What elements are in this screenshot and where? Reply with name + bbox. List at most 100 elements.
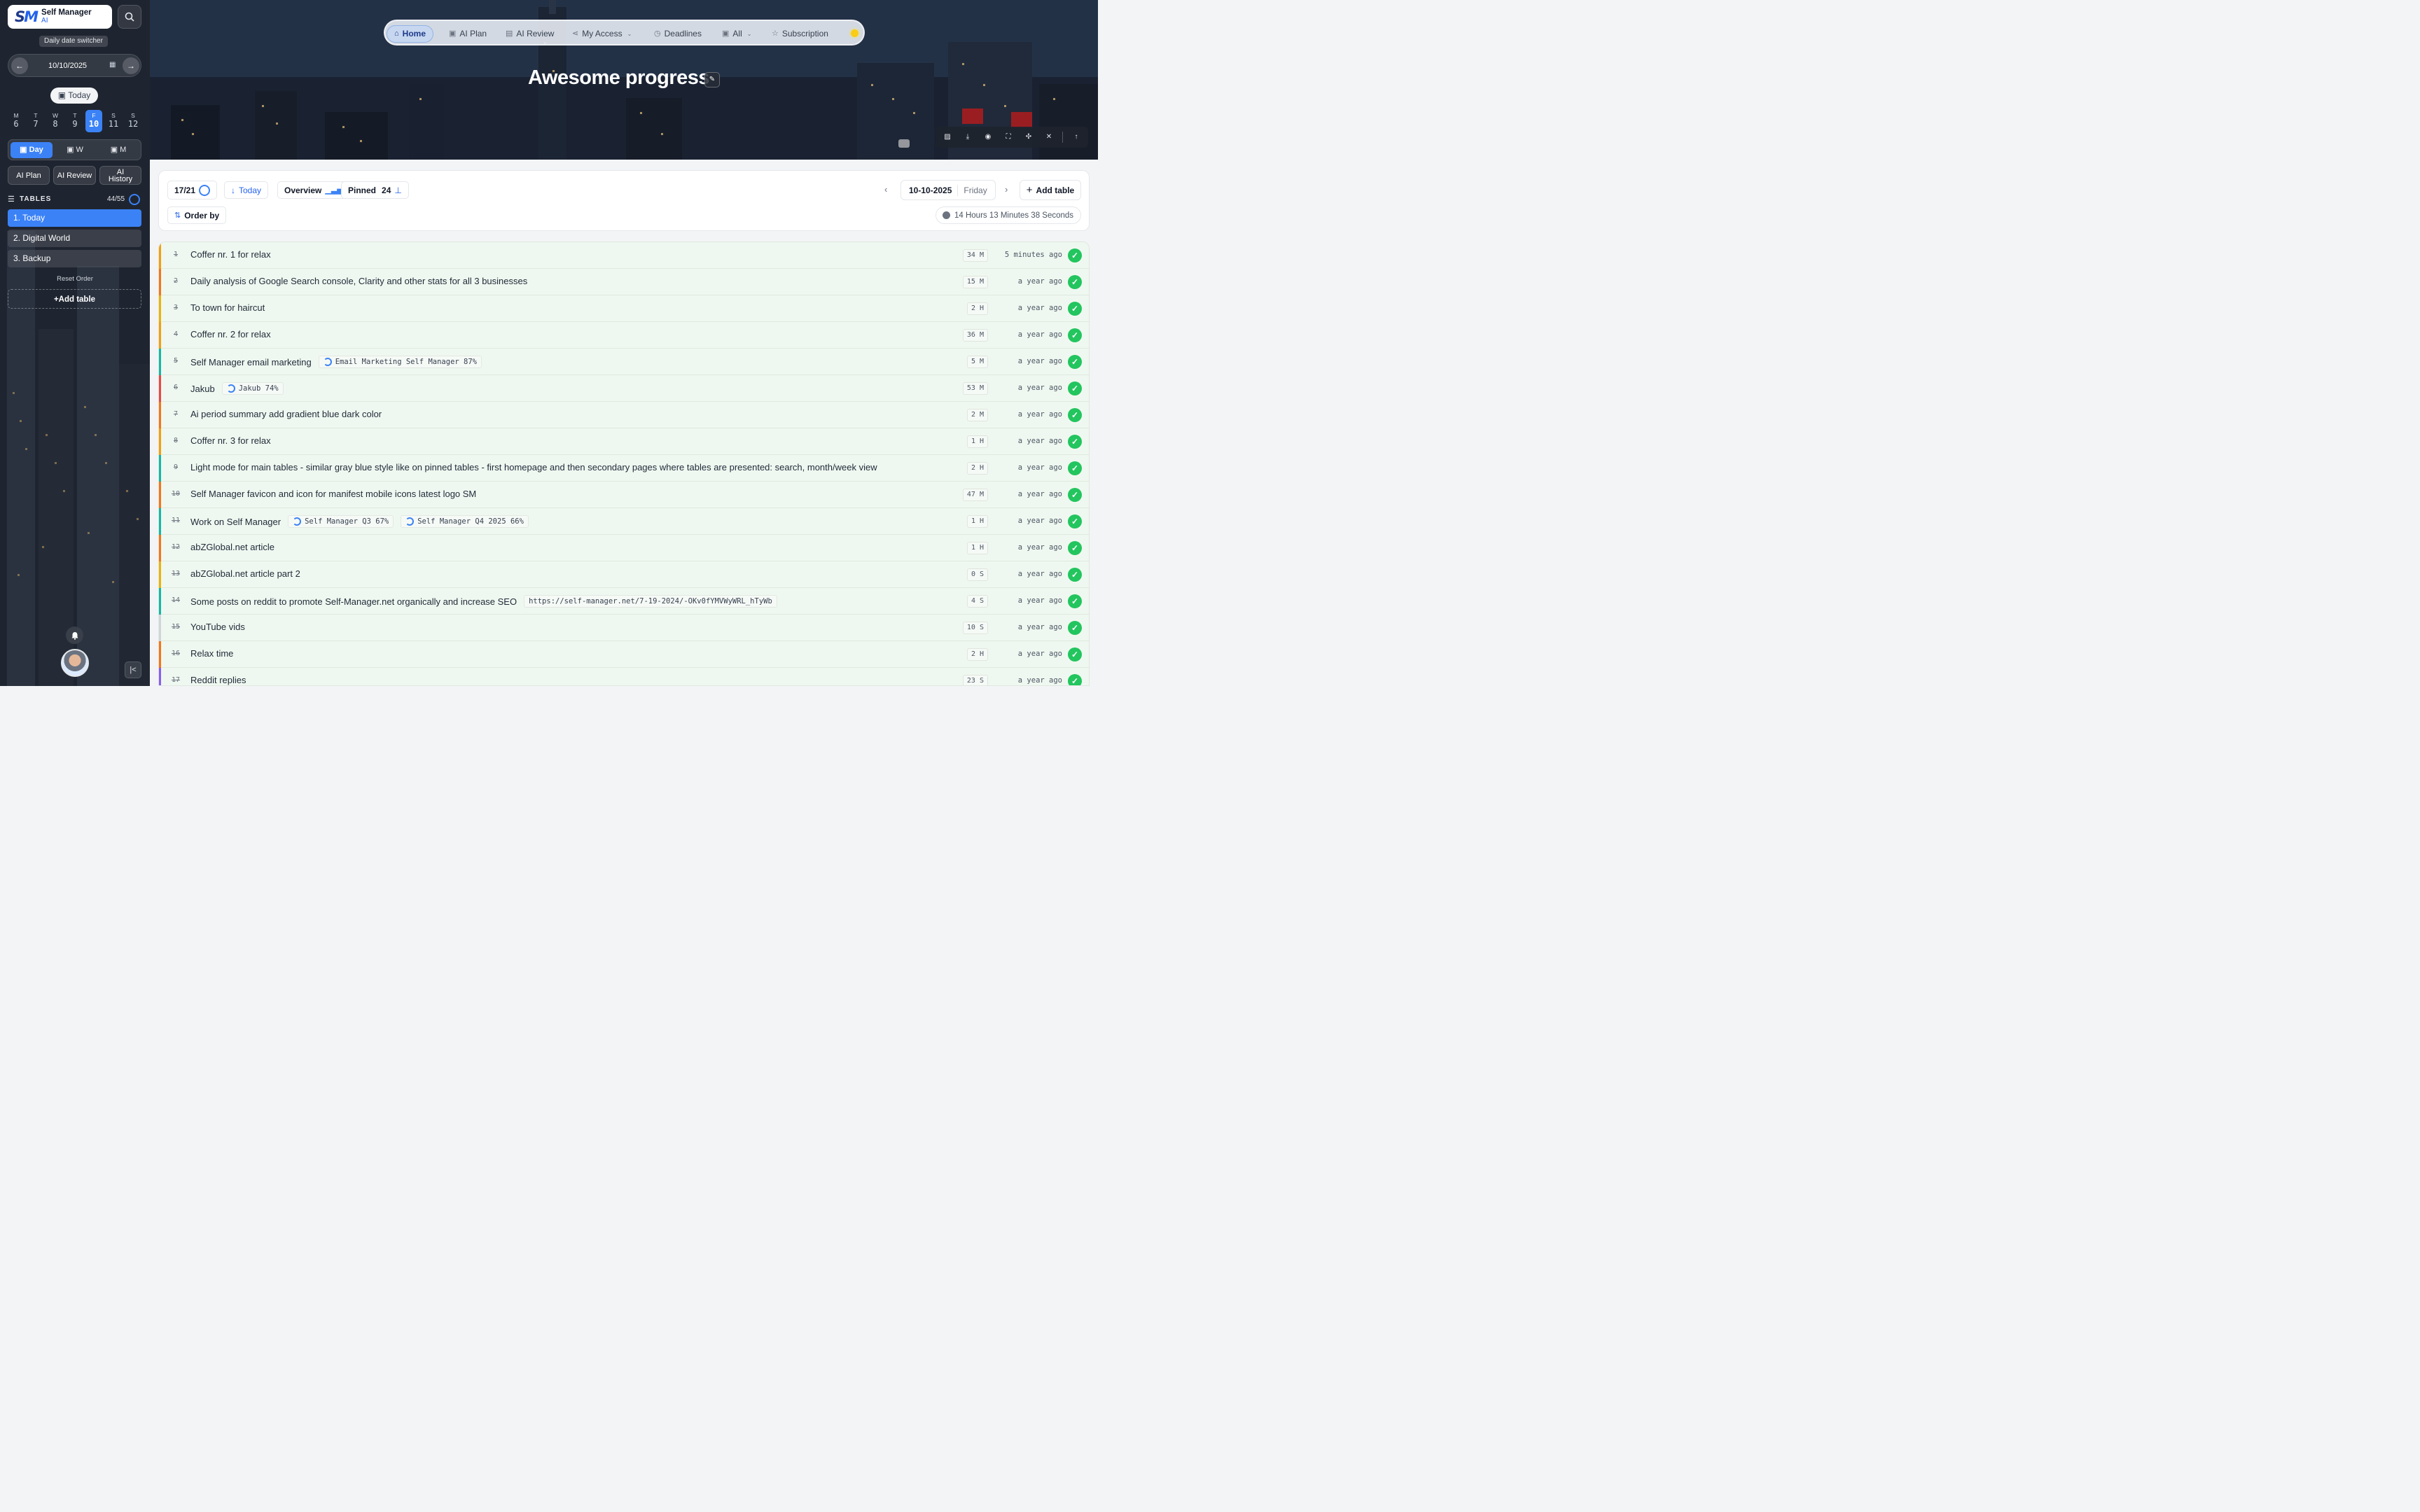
task-done-check-icon[interactable]: ✓: [1068, 541, 1082, 555]
task-number[interactable]: 8: [171, 437, 181, 444]
ai-plan-button[interactable]: AI Plan: [8, 166, 50, 185]
task-number[interactable]: 7: [171, 410, 181, 418]
task-number[interactable]: 17: [171, 676, 181, 684]
pinned-button[interactable]: Pinned 24 ⊥: [341, 181, 409, 199]
day-sat[interactable]: S 11: [105, 110, 122, 132]
task-goal-tag[interactable]: Self Manager Q3 67%: [288, 515, 394, 528]
next-date-chevron-icon[interactable]: ›: [1005, 184, 1008, 195]
task-title[interactable]: Coffer nr. 1 for relax: [190, 249, 271, 260]
task-number[interactable]: 16: [171, 650, 181, 657]
task-number[interactable]: 10: [171, 490, 181, 498]
task-row[interactable]: 1 Coffer nr. 1 for relax 34 M 5 minutes ago…: [159, 242, 1089, 269]
task-number[interactable]: 4: [171, 330, 181, 338]
task-number[interactable]: 9: [171, 463, 181, 471]
task-goal-tag[interactable]: Jakub 74%: [221, 382, 284, 395]
task-row[interactable]: 6 Jakub Jakub 74% 53 M a year ago ✓: [159, 375, 1089, 402]
task-goal-tag[interactable]: https://self-manager.net/7-19-2024/-OKv0…: [524, 595, 777, 608]
task-done-check-icon[interactable]: ✓: [1068, 674, 1082, 685]
reset-order-link[interactable]: Reset Order: [0, 275, 150, 283]
day-wed[interactable]: W8: [47, 110, 64, 132]
task-number[interactable]: 5: [171, 357, 181, 365]
task-row[interactable]: 10 Self Manager favicon and icon for mani…: [159, 482, 1089, 508]
task-row[interactable]: 16 Relax time 2 H a year ago ✓: [159, 641, 1089, 668]
task-row[interactable]: 15 YouTube vids 10 S a year ago ✓: [159, 615, 1089, 641]
prev-date-chevron-icon[interactable]: ‹: [884, 184, 887, 195]
today-button[interactable]: ▣ Today: [50, 88, 98, 104]
task-number[interactable]: 13: [171, 570, 181, 578]
task-title[interactable]: Daily analysis of Google Search console,…: [190, 276, 527, 286]
task-done-check-icon[interactable]: ✓: [1068, 461, 1082, 475]
view-day-button[interactable]: ▣ Day: [11, 142, 53, 158]
nav-deadlines[interactable]: ◷ Deadlines: [654, 25, 702, 43]
overview-button[interactable]: Overview ▁▃▅: [277, 181, 350, 199]
task-title[interactable]: Relax time: [190, 648, 233, 659]
task-goal-tag[interactable]: Self Manager Q4 2025 66%: [401, 515, 529, 528]
notifications-button[interactable]: [66, 626, 83, 644]
task-title[interactable]: To town for haircut: [190, 302, 265, 313]
task-done-check-icon[interactable]: ✓: [1068, 648, 1082, 662]
task-title[interactable]: Some posts on reddit to promote Self-Man…: [190, 596, 517, 607]
add-table-button[interactable]: + Add table: [1020, 180, 1081, 200]
task-done-check-icon[interactable]: ✓: [1068, 302, 1082, 316]
task-row[interactable]: 11 Work on Self Manager Self Manager Q3 67…: [159, 508, 1089, 535]
nav-subscription[interactable]: ☆ Subscription: [772, 25, 828, 43]
task-title[interactable]: Coffer nr. 3 for relax: [190, 435, 271, 446]
fullscreen-icon[interactable]: ⛶: [1003, 132, 1014, 143]
search-button[interactable]: [118, 5, 141, 29]
close-icon[interactable]: ✕: [1043, 132, 1055, 143]
task-title[interactable]: Self Manager favicon and icon for manife…: [190, 489, 476, 499]
task-row[interactable]: 13 abZGlobal.net article part 2 0 S a year …: [159, 561, 1089, 588]
task-title[interactable]: YouTube vids: [190, 622, 245, 632]
task-row[interactable]: 17 Reddit replies 23 S a year ago ✓: [159, 668, 1089, 685]
task-done-check-icon[interactable]: ✓: [1068, 408, 1082, 422]
nav-my-access[interactable]: ⋖ My Access ⌄: [572, 25, 632, 43]
ai-history-button[interactable]: AI History: [99, 166, 141, 185]
day-thu[interactable]: T9: [67, 110, 83, 132]
collapse-sidebar-icon[interactable]: |<: [125, 662, 141, 678]
task-number[interactable]: 12: [171, 543, 181, 551]
task-done-check-icon[interactable]: ✓: [1068, 621, 1082, 635]
task-row[interactable]: 8 Coffer nr. 3 for relax 1 H a year ago ✓: [159, 428, 1089, 455]
task-number[interactable]: 14: [171, 596, 181, 604]
task-number[interactable]: 1: [171, 251, 181, 258]
day-fri-selected[interactable]: F 10: [85, 110, 102, 132]
task-done-check-icon[interactable]: ✓: [1068, 275, 1082, 289]
task-number[interactable]: 6: [171, 384, 181, 391]
task-goal-tag[interactable]: Email Marketing Self Manager 87%: [318, 356, 482, 368]
next-day-arrow-icon[interactable]: →: [123, 57, 139, 74]
table-item-today[interactable]: 1. Today: [8, 209, 141, 227]
task-row[interactable]: 7 Ai period summary add gradient blue dar…: [159, 402, 1089, 428]
eye-icon[interactable]: ◉: [982, 132, 994, 143]
crosshair-icon[interactable]: ✣: [1023, 132, 1034, 143]
edit-title-pencil-icon[interactable]: ✎: [704, 72, 720, 88]
task-title[interactable]: Jakub: [190, 384, 215, 394]
order-by-button[interactable]: ⇅ Order by: [167, 206, 227, 224]
task-done-check-icon[interactable]: ✓: [1068, 594, 1082, 608]
task-title[interactable]: Work on Self Manager: [190, 517, 281, 527]
task-done-check-icon[interactable]: ✓: [1068, 568, 1082, 582]
arrow-up-icon[interactable]: ↑: [1071, 132, 1082, 143]
task-done-check-icon[interactable]: ✓: [1068, 382, 1082, 396]
task-done-check-icon[interactable]: ✓: [1068, 514, 1082, 528]
task-done-check-icon[interactable]: ✓: [1068, 328, 1082, 342]
day-sun[interactable]: S 12: [125, 110, 141, 132]
task-done-check-icon[interactable]: ✓: [1068, 435, 1082, 449]
nav-all[interactable]: ▣ All ⌄: [722, 25, 751, 43]
date-value[interactable]: 10/10/2025: [48, 62, 87, 70]
task-done-check-icon[interactable]: ✓: [1068, 248, 1082, 262]
task-title[interactable]: Self Manager email marketing: [190, 357, 312, 368]
today-sort-button[interactable]: ↓ Today: [224, 181, 269, 199]
image-icon[interactable]: ▨: [942, 132, 953, 143]
task-row[interactable]: 3 To town for haircut 2 H a year ago ✓: [159, 295, 1089, 322]
table-item-backup[interactable]: 3. Backup: [8, 250, 141, 267]
task-done-check-icon[interactable]: ✓: [1068, 355, 1082, 369]
task-row[interactable]: 5 Self Manager email marketing Email Marke…: [159, 349, 1089, 375]
task-title[interactable]: Coffer nr. 2 for relax: [190, 329, 271, 340]
task-row[interactable]: 2 Daily analysis of Google Search console…: [159, 269, 1089, 295]
task-title[interactable]: Ai period summary add gradient blue dark…: [190, 409, 382, 419]
task-row[interactable]: 9 Light mode for main tables - similar gr…: [159, 455, 1089, 482]
view-month-button[interactable]: ▣ M: [97, 142, 139, 158]
camera-icon[interactable]: [898, 139, 910, 148]
table-item-digital-world[interactable]: 2. Digital World: [8, 230, 141, 247]
day-tue[interactable]: T7: [27, 110, 44, 132]
